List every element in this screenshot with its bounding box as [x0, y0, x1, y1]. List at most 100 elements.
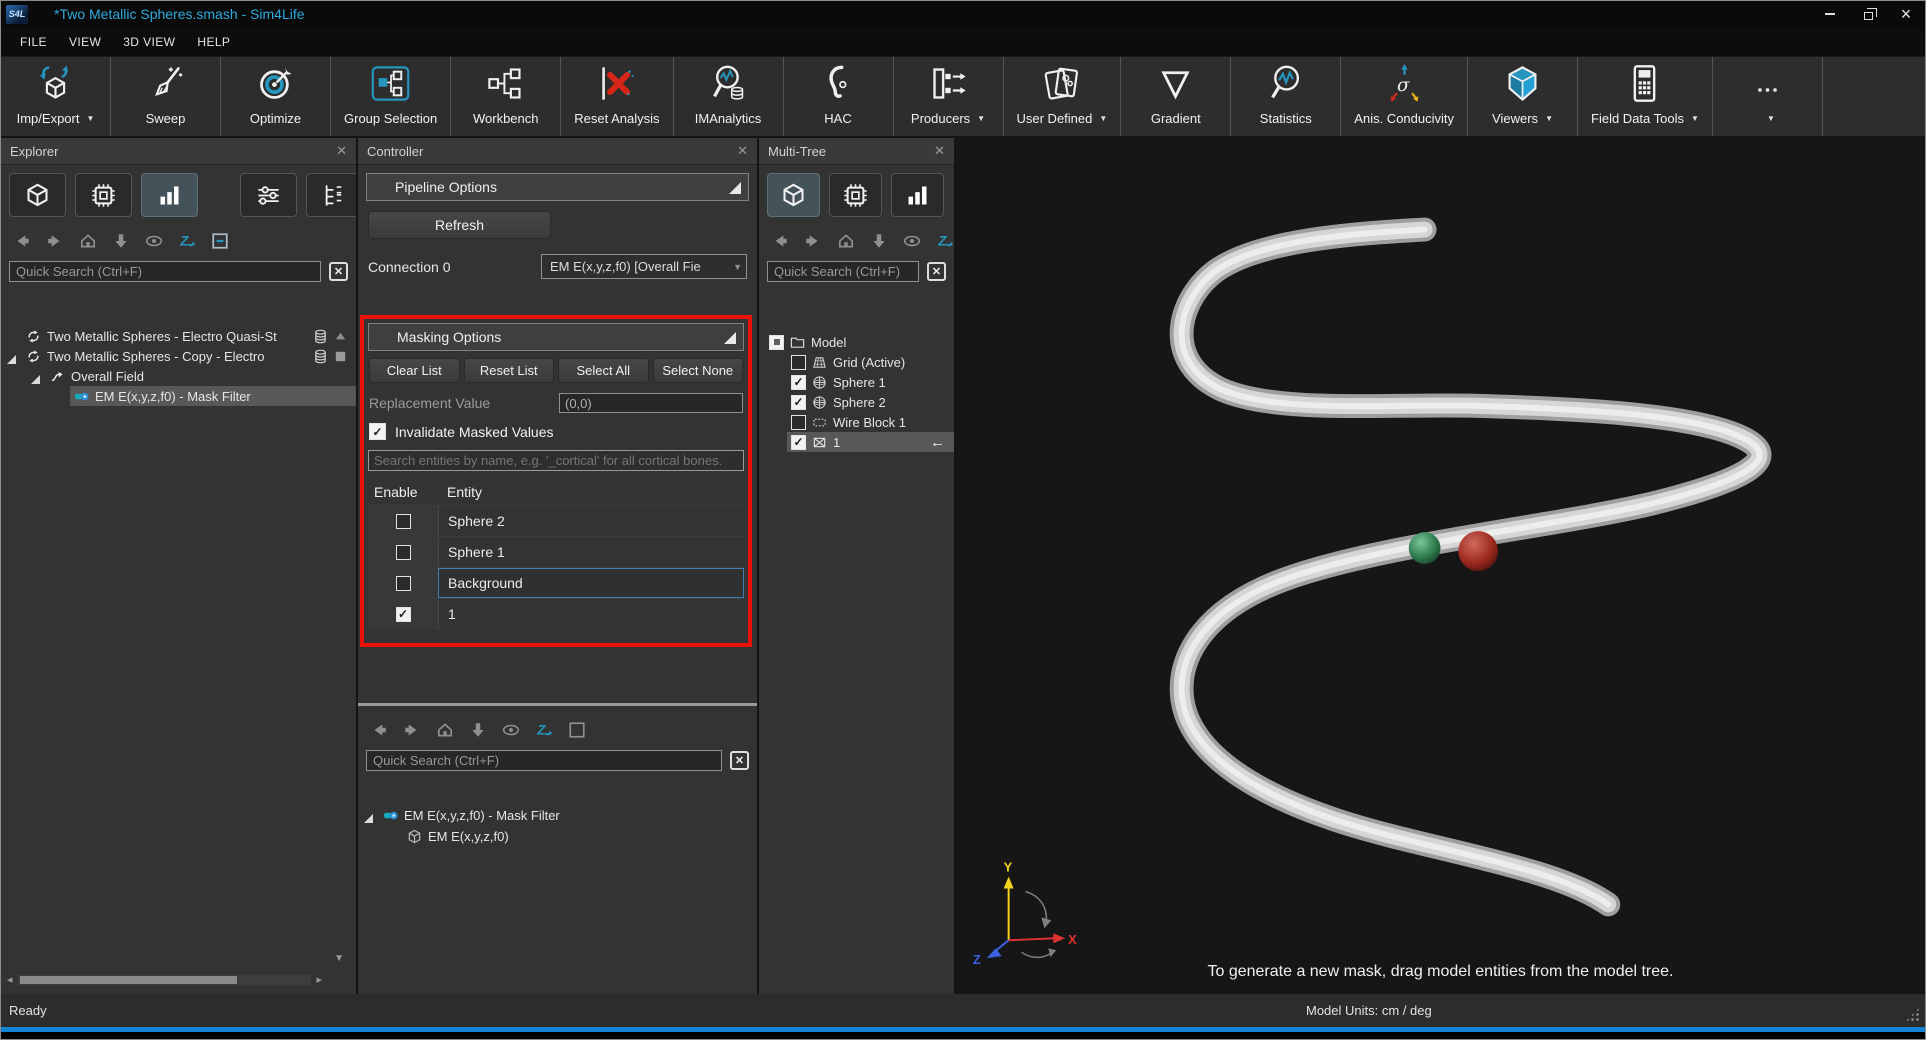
entity-enable-checkbox[interactable] [396, 576, 411, 591]
scroll-left-icon[interactable]: ◂ [7, 975, 13, 986]
toolbar-field-data-tools-button[interactable]: Field Data Tools▼ [1578, 57, 1713, 136]
horizontal-scrollbar[interactable]: ◂ ▸ [7, 974, 322, 986]
expander-icon[interactable] [364, 808, 379, 823]
home-icon[interactable] [837, 232, 855, 250]
tree-row-sphere-2[interactable]: Sphere 2 [759, 392, 954, 412]
menu-3d-view[interactable]: 3D VIEW [112, 35, 186, 49]
forward-icon[interactable] [46, 232, 64, 250]
toolbar-more-button[interactable]: ▼ [1713, 57, 1823, 136]
multitree-model-cube-button[interactable] [767, 173, 820, 217]
explorer-model-cube-button[interactable] [9, 173, 66, 217]
entity-enable-checkbox[interactable] [396, 607, 411, 622]
explorer-analysis-chart-button[interactable] [141, 173, 198, 217]
tree-row-1[interactable]: 1← [759, 432, 954, 452]
entity-name-cell[interactable]: Background [438, 568, 744, 598]
toolbar-user-defined-button[interactable]: User Defined▼ [1004, 57, 1122, 136]
expander-icon[interactable] [31, 369, 46, 384]
explorer-filter-sliders-button[interactable] [240, 173, 297, 217]
tree-row-sphere-1[interactable]: Sphere 1 [759, 372, 954, 392]
entity-name-cell[interactable]: Sphere 2 [438, 506, 744, 536]
zoom-z-icon[interactable]: Z [178, 232, 196, 250]
toolbar-optimize-button[interactable]: Optimize [221, 57, 331, 136]
back-icon[interactable] [771, 232, 789, 250]
down-arrow-icon[interactable] [112, 232, 130, 250]
checkbox[interactable] [791, 375, 806, 390]
explorer-tree-structure-button[interactable] [306, 173, 356, 217]
tree-row-wire-block-1[interactable]: Wire Block 1 [759, 412, 954, 432]
tree-row-grid-active[interactable]: Grid (Active) [759, 352, 954, 372]
down-arrow-icon[interactable] [870, 232, 888, 250]
close-icon[interactable]: ✕ [934, 143, 945, 159]
home-icon[interactable] [79, 232, 97, 250]
toolbar-sweep-button[interactable]: Sweep [111, 57, 221, 136]
toolbar-gradient-button[interactable]: Gradient [1121, 57, 1231, 136]
home-icon[interactable] [436, 721, 454, 739]
controller-search-input[interactable] [366, 750, 722, 771]
down-arrow-icon[interactable] [469, 721, 487, 739]
multitree-analysis-chart-button[interactable] [891, 173, 944, 217]
select-all-button[interactable]: Select All [558, 358, 649, 383]
zoom-z-icon[interactable]: Z [936, 232, 954, 250]
toolbar-anis-conducivity-button[interactable]: σAnis. Conducivity [1341, 57, 1468, 136]
entity-name-cell[interactable]: 1 [438, 599, 744, 629]
back-icon[interactable] [370, 721, 388, 739]
replacement-value-input[interactable] [559, 393, 743, 413]
tree-row-overall-field[interactable]: Overall Field [1, 366, 356, 386]
clear-list-button[interactable]: Clear List [369, 358, 460, 383]
refresh-button[interactable]: Refresh [368, 211, 551, 239]
zoom-z-icon[interactable]: Z [535, 721, 553, 739]
scroll-right-icon[interactable]: ▸ [316, 975, 322, 986]
clear-search-button[interactable]: ✕ [329, 262, 348, 281]
sphere-green[interactable] [1409, 532, 1441, 564]
checkbox[interactable] [791, 435, 806, 450]
reset-list-button[interactable]: Reset List [464, 358, 555, 383]
tree-row-two-metallic-spheres-electro-quasi-st[interactable]: Two Metallic Spheres - Electro Quasi-St [1, 326, 356, 346]
clear-search-button[interactable]: ✕ [730, 751, 749, 770]
toolbar-group-selection-button[interactable]: Group Selection [331, 57, 451, 136]
toolbar-viewers-button[interactable]: Viewers▼ [1468, 57, 1578, 136]
minimize-button[interactable] [1811, 1, 1849, 27]
eye-icon[interactable] [145, 232, 163, 250]
back-icon[interactable] [13, 232, 31, 250]
close-icon[interactable]: ✕ [336, 143, 347, 159]
resize-grip[interactable] [1905, 1007, 1920, 1022]
eye-icon[interactable] [502, 721, 520, 739]
connection-dropdown[interactable]: EM E(x,y,z,f0) [Overall Fie ▼ [541, 254, 747, 279]
entity-enable-checkbox[interactable] [396, 545, 411, 560]
checkbox[interactable] [769, 335, 784, 350]
menu-help[interactable]: HELP [186, 35, 241, 49]
tree-row-two-metallic-spheres-copy-electro[interactable]: Two Metallic Spheres - Copy - Electro [1, 346, 356, 366]
checkbox[interactable] [791, 415, 806, 430]
checkbox[interactable] [791, 355, 806, 370]
collapse-chevron-icon[interactable]: ▼ [334, 953, 344, 964]
scrollbar-handle[interactable] [20, 976, 238, 984]
entity-name-cell[interactable]: Sphere 1 [438, 537, 744, 567]
tree-row-em-e-x-y-z-f0[interactable]: EM E(x,y,z,f0) [358, 826, 757, 847]
select-none-button[interactable]: Select None [653, 358, 744, 383]
multitree-simulation-chip-button[interactable] [829, 173, 882, 217]
close-button[interactable]: × [1887, 1, 1925, 27]
pipeline-options-section[interactable]: Pipeline Options [366, 173, 749, 201]
invalidate-checkbox[interactable] [369, 423, 386, 440]
box-icon[interactable] [568, 721, 586, 739]
explorer-simulation-chip-button[interactable] [75, 173, 132, 217]
scrollbar-track[interactable] [18, 975, 312, 985]
explorer-search-input[interactable] [9, 261, 321, 282]
sphere-red[interactable] [1458, 531, 1498, 571]
menu-view[interactable]: VIEW [58, 35, 112, 49]
tree-row-em-e-x-y-z-f0-mask-filter[interactable]: EM E(x,y,z,f0) - Mask Filter [358, 805, 757, 826]
viewport-3d[interactable]: Y X Z To generate a new mask, drag model… [956, 138, 1925, 994]
boxminus-icon[interactable] [211, 232, 229, 250]
close-icon[interactable]: ✕ [737, 143, 748, 159]
menu-file[interactable]: FILE [9, 35, 58, 49]
toolbar-imanalytics-button[interactable]: IMAnalytics [674, 57, 784, 136]
toolbar-imp-export-button[interactable]: Imp/Export▼ [1, 57, 111, 136]
tree-row-em-e-x-y-z-f0-mask-filter[interactable]: EM E(x,y,z,f0) - Mask Filter [1, 386, 356, 406]
masking-options-section[interactable]: Masking Options [368, 323, 744, 351]
toolbar-hac-button[interactable]: HAC [784, 57, 894, 136]
entity-search-input[interactable] [368, 450, 744, 471]
toolbar-statistics-button[interactable]: Statistics [1231, 57, 1341, 136]
multi-tree-search-input[interactable] [767, 261, 919, 282]
toolbar-workbench-button[interactable]: Workbench [451, 57, 561, 136]
toolbar-reset-analysis-button[interactable]: Reset Analysis [561, 57, 673, 136]
